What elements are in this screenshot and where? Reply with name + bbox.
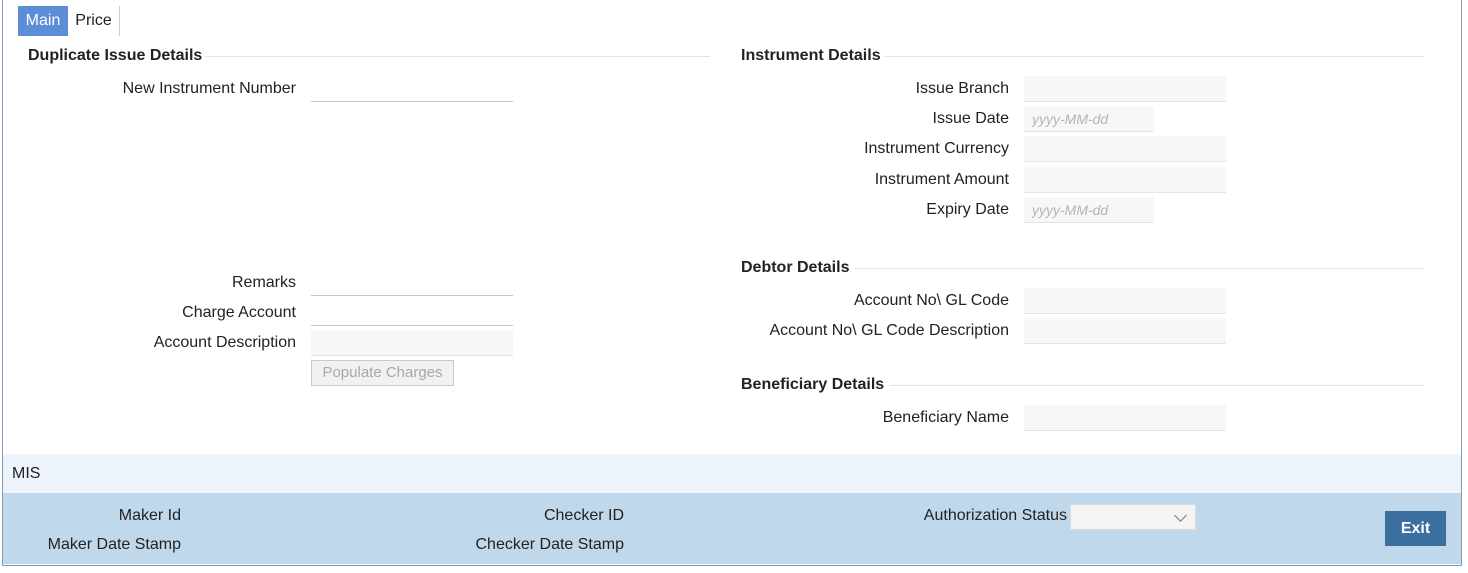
authorization-status-select[interactable] bbox=[1070, 504, 1196, 530]
beneficiary-name-input bbox=[1024, 405, 1226, 431]
tab-main[interactable]: Main bbox=[18, 6, 68, 36]
exit-button[interactable]: Exit bbox=[1385, 511, 1446, 546]
expiry-date-input bbox=[1024, 197, 1154, 223]
account-gl-code-description-label: Account No\ GL Code Description bbox=[769, 322, 1009, 339]
section-divider bbox=[890, 385, 1424, 386]
beneficiary-name-label: Beneficiary Name bbox=[882, 409, 1009, 426]
expiry-date-label: Expiry Date bbox=[926, 201, 1009, 218]
account-gl-code-input bbox=[1024, 288, 1226, 314]
section-divider bbox=[885, 56, 1424, 57]
debtor-details-title: Debtor Details bbox=[741, 259, 850, 276]
audit-footer bbox=[3, 493, 1461, 564]
chevron-down-icon bbox=[1174, 509, 1187, 522]
instrument-details-title: Instrument Details bbox=[741, 47, 881, 64]
instrument-currency-input bbox=[1024, 136, 1226, 162]
section-divider bbox=[205, 56, 710, 57]
remarks-input[interactable] bbox=[311, 270, 513, 296]
instrument-amount-input bbox=[1024, 167, 1226, 193]
tab-price[interactable]: Price bbox=[68, 6, 120, 36]
duplicate-issue-title: Duplicate Issue Details bbox=[28, 47, 203, 64]
issue-date-label: Issue Date bbox=[932, 110, 1009, 127]
issue-branch-input bbox=[1024, 76, 1226, 102]
populate-charges-button[interactable]: Populate Charges bbox=[311, 360, 454, 386]
maker-date-stamp-label: Maker Date Stamp bbox=[47, 536, 181, 553]
section-divider bbox=[855, 268, 1424, 269]
maker-id-label: Maker Id bbox=[118, 507, 181, 524]
instrument-currency-label: Instrument Currency bbox=[864, 140, 1009, 157]
account-gl-code-description-input bbox=[1024, 318, 1226, 344]
charge-account-label: Charge Account bbox=[182, 304, 296, 321]
mis-link[interactable]: MIS bbox=[3, 454, 1461, 493]
beneficiary-details-title: Beneficiary Details bbox=[741, 376, 885, 393]
checker-id-label: Checker ID bbox=[543, 507, 624, 524]
instrument-amount-label: Instrument Amount bbox=[874, 171, 1009, 188]
remarks-label: Remarks bbox=[231, 274, 296, 291]
account-description-label: Account Description bbox=[153, 334, 296, 351]
account-gl-code-label: Account No\ GL Code bbox=[853, 292, 1009, 309]
new-instrument-number-input[interactable] bbox=[311, 76, 513, 102]
authorization-status-label: Authorization Status bbox=[923, 507, 1067, 524]
new-instrument-number-label: New Instrument Number bbox=[122, 80, 296, 97]
checker-date-stamp-label: Checker Date Stamp bbox=[475, 536, 624, 553]
issue-date-input bbox=[1024, 106, 1154, 132]
issue-branch-label: Issue Branch bbox=[915, 80, 1009, 97]
account-description-input bbox=[311, 330, 513, 356]
mis-label: MIS bbox=[12, 465, 41, 482]
charge-account-input[interactable] bbox=[311, 300, 513, 326]
